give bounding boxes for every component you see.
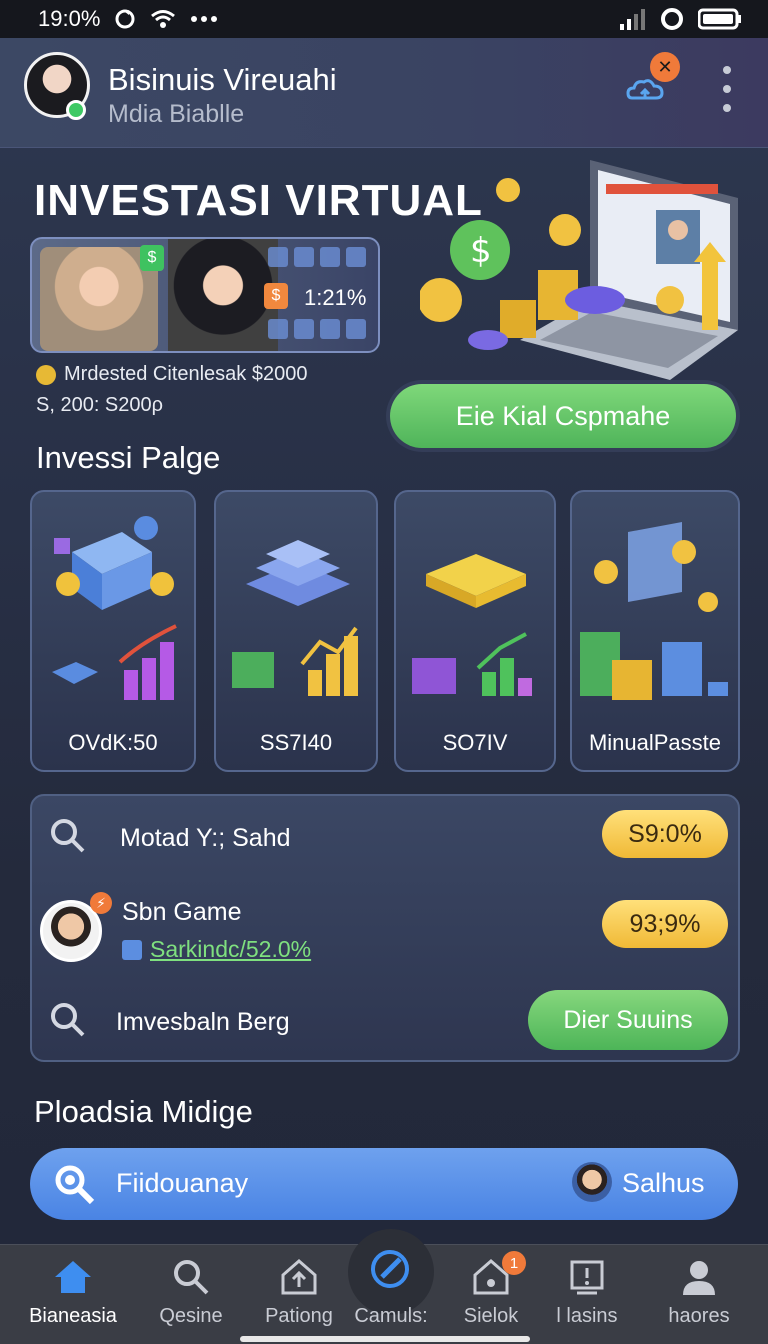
search-icon — [174, 1260, 209, 1295]
app-screen: Bisinuis Vireuahi Mdia Biablle ✕ INVESTA… — [0, 38, 768, 1244]
portfolio-card-4[interactable]: MinualPasste — [570, 490, 740, 772]
app-header: Bisinuis Vireuahi Mdia Biablle ✕ — [0, 38, 768, 148]
signal-icon — [620, 9, 645, 30]
tab-label: l lasins — [556, 1305, 618, 1327]
more-dots-icon — [191, 16, 218, 22]
report-icon — [570, 1260, 604, 1295]
search-user-avatar — [572, 1162, 612, 1202]
tab-badge: 1 — [502, 1251, 526, 1275]
profile-icon — [683, 1261, 715, 1295]
hero-info-line-2: S, 200: S200ρ — [36, 394, 164, 416]
tab-label: Camuls: — [354, 1305, 428, 1327]
search-icon — [51, 1003, 85, 1037]
gold-bar-chart-illustration — [412, 554, 532, 696]
search-text: Fiidouanay — [116, 1168, 249, 1198]
tab-search[interactable]: Qesine — [136, 1245, 246, 1344]
home-icon — [55, 1261, 91, 1293]
tab-label: haores — [668, 1305, 730, 1327]
sync-icon — [115, 9, 135, 29]
circle-status-icon — [661, 8, 683, 30]
advisor-photo-2 — [168, 239, 278, 351]
more-menu-button[interactable] — [718, 66, 736, 112]
market-list-panel: Motad Y:; Sahd S9:0% ⚡ Sbn Game Sarkindc… — [30, 794, 740, 1062]
laptop-coins-illustration: $ — [420, 160, 738, 380]
market-row-2-label: Sbn Game — [122, 898, 242, 926]
search-bar[interactable]: Fiidouanay Salhus — [30, 1148, 738, 1220]
market-row-2-link: Sarkindc/52.0% — [150, 936, 312, 962]
search-icon — [51, 819, 85, 853]
status-bar: 19:0% — [0, 0, 768, 38]
hero-info-line-1: Mrdested Citenlesak $2000 — [36, 363, 307, 386]
portfolio-card-label: MinualPasste — [588, 730, 722, 755]
wifi-icon — [151, 10, 176, 28]
portfolio-card-label: OVdK:50 — [68, 730, 158, 755]
mini-stats-grid-2 — [268, 319, 378, 345]
tab-label: Sielok — [463, 1305, 519, 1327]
hero-cta-button[interactable]: Eie Kial Cspmahe — [390, 384, 736, 448]
cube-icon — [122, 939, 142, 960]
portfolio-card-3[interactable]: SO7IV — [394, 490, 556, 772]
home-indicator[interactable] — [240, 1336, 530, 1342]
user-badge-dot: ⚡ — [90, 892, 112, 914]
cube-chart-illustration — [52, 516, 177, 700]
section-2-title: Ploadsia Midige — [34, 1094, 253, 1129]
house-upload-icon — [281, 1259, 317, 1295]
portfolio-title: Invessi Palge — [36, 440, 221, 475]
hero-title: INVESTASI VIRTUAL — [34, 176, 483, 225]
market-row-3-action-button[interactable]: Dier Suuins — [528, 990, 728, 1050]
bottom-tab-bar: Bianeasia Qesine Pationg Camuls: 1 Sielo… — [0, 1229, 768, 1344]
market-row-2-value[interactable]: 93;9% — [602, 900, 728, 948]
search-gear-icon — [55, 1165, 95, 1205]
portfolio-card-label: SS7I40 — [259, 730, 333, 755]
market-row-1-value[interactable]: S9:0% — [602, 810, 728, 858]
online-status-dot — [66, 100, 86, 120]
portfolio-card-label: SO7IV — [442, 730, 508, 755]
status-time: 19:0% — [38, 6, 101, 31]
notification-badge[interactable]: ✕ — [650, 52, 680, 82]
coin-stack-icon — [36, 364, 56, 385]
app-title: Bisinuis Vireuahi — [108, 62, 337, 97]
hero-percentage: 1:21% — [304, 285, 367, 310]
battery-icon — [698, 8, 741, 30]
hero-banner-card[interactable]: $ $ 1:21% — [30, 237, 380, 353]
market-row-2-sublabel[interactable]: Sarkindc/52.0% — [122, 936, 311, 963]
compass-icon — [371, 1250, 409, 1288]
ticket-badge-icon: $ — [264, 283, 288, 309]
portfolio-card-2[interactable]: SS7I40 — [214, 490, 378, 772]
mini-stats-grid — [268, 247, 378, 277]
tab-profile[interactable]: haores — [644, 1245, 754, 1344]
app-subtitle: Mdia Biablle — [108, 100, 245, 128]
portfolio-card-1[interactable]: OVdK:50 — [30, 490, 196, 772]
search-user-name: Salhus — [622, 1168, 705, 1198]
tab-home[interactable]: Bianeasia — [18, 1245, 128, 1344]
market-row-1-label: Motad Y:; Sahd — [120, 824, 291, 852]
svg-text:$: $ — [470, 231, 492, 271]
map-files-illustration — [580, 522, 728, 700]
market-row-3-label: Imvesbaln Berg — [116, 1008, 290, 1036]
tab-label: Bianeasia — [29, 1305, 117, 1327]
tab-sielok[interactable]: 1 Sielok — [436, 1245, 546, 1344]
hero-info-text-1: Mrdested Citenlesak $2000 — [64, 363, 308, 385]
dollar-badge-icon: $ — [140, 245, 164, 271]
tab-label: Qesine — [159, 1305, 223, 1327]
tab-camuls[interactable]: Camuls: — [336, 1245, 446, 1344]
portfolio-cards: OVdK:50 SS7I40 SO7IV MinualPasste — [30, 490, 740, 772]
layers-chart-illustration — [232, 540, 358, 696]
tab-lasins[interactable]: l lasins — [532, 1245, 642, 1344]
